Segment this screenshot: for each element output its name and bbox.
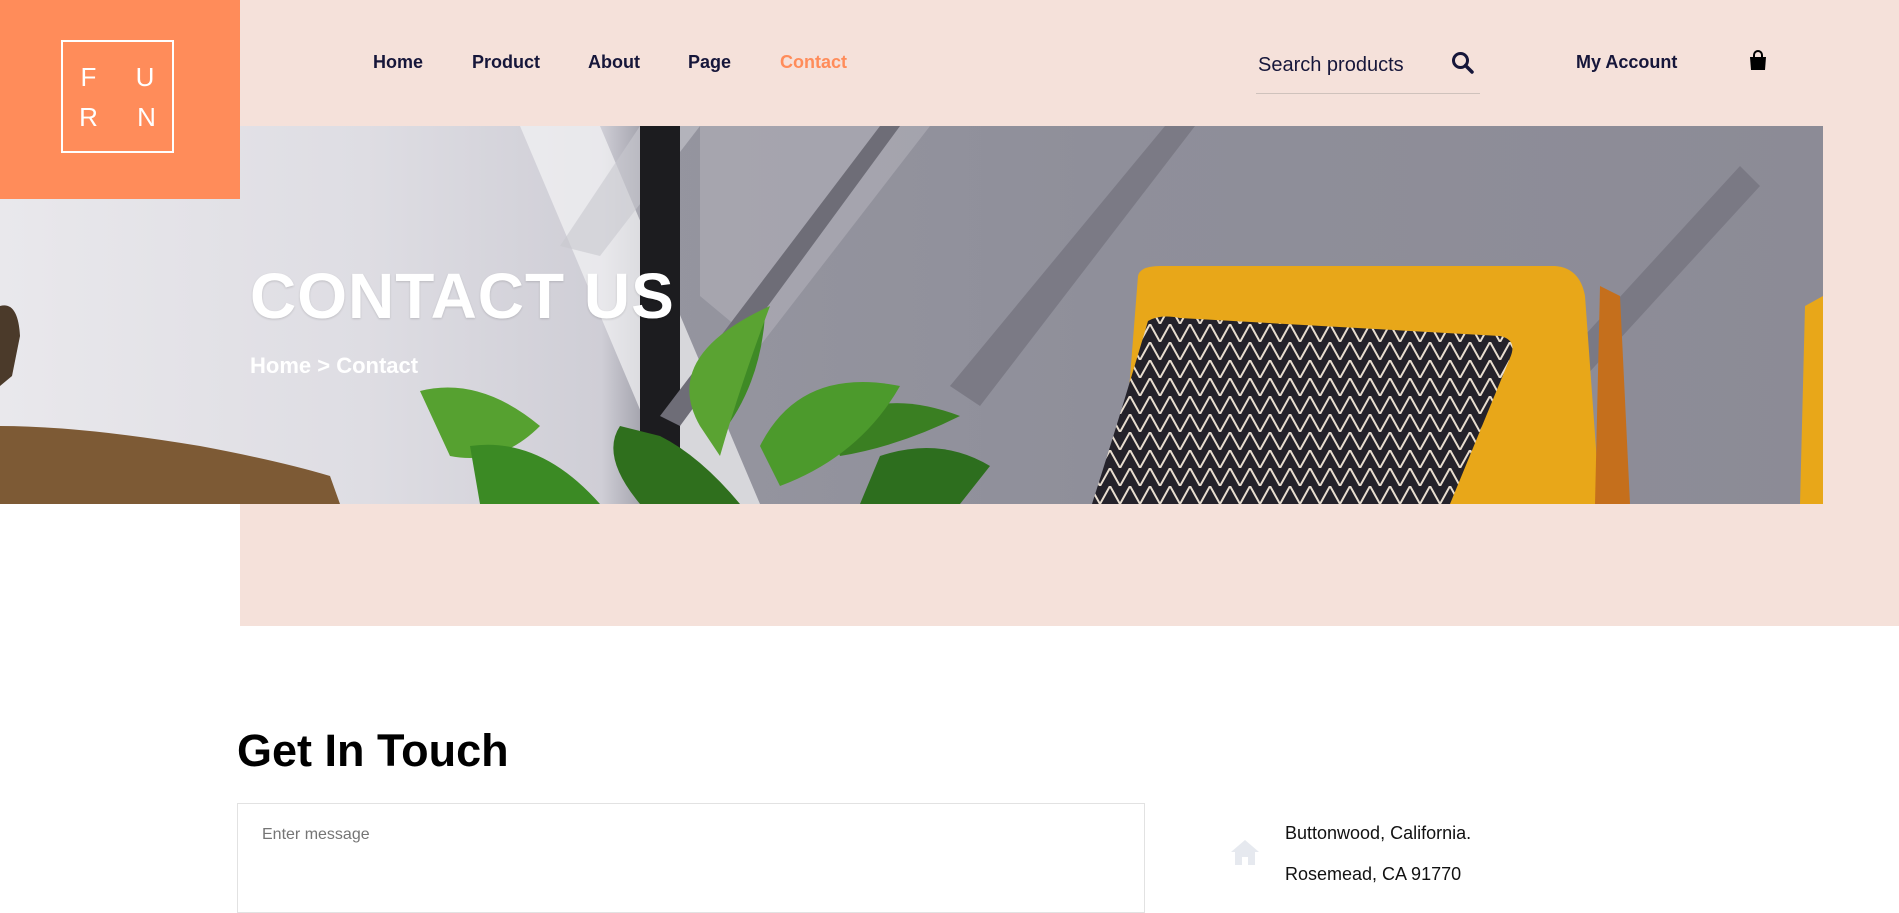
shopping-bag-icon[interactable]: [1748, 50, 1768, 72]
search-bar: [1256, 44, 1480, 94]
page-title: CONTACT US: [250, 260, 675, 332]
search-icon[interactable]: [1450, 50, 1476, 76]
search-input[interactable]: [1256, 50, 1440, 80]
address-line-1: Buttonwood, California.: [1285, 823, 1472, 843]
message-input[interactable]: [260, 824, 1124, 908]
my-account-link[interactable]: My Account: [1576, 50, 1677, 74]
logo-line-1: F U: [80, 61, 171, 92]
nav-product[interactable]: Product: [472, 50, 540, 74]
logo-line-2: R N: [79, 101, 172, 132]
message-field: [237, 803, 1145, 913]
breadcrumb-home[interactable]: Home: [250, 353, 311, 378]
nav-about[interactable]: About: [588, 50, 640, 74]
nav-page[interactable]: Page: [688, 50, 731, 74]
logo-mark: F U R N: [61, 40, 174, 153]
get-in-touch-heading: Get In Touch: [237, 725, 509, 776]
breadcrumb-separator: >: [311, 353, 337, 378]
breadcrumb: Home > Contact: [250, 352, 418, 380]
home-icon: [1230, 838, 1260, 866]
nav-contact[interactable]: Contact: [780, 50, 847, 74]
nav-home[interactable]: Home: [373, 50, 423, 74]
logo[interactable]: F U R N: [0, 0, 240, 199]
breadcrumb-current: Contact: [336, 353, 419, 378]
address-line-2: Rosemead, CA 91770: [1285, 864, 1462, 884]
